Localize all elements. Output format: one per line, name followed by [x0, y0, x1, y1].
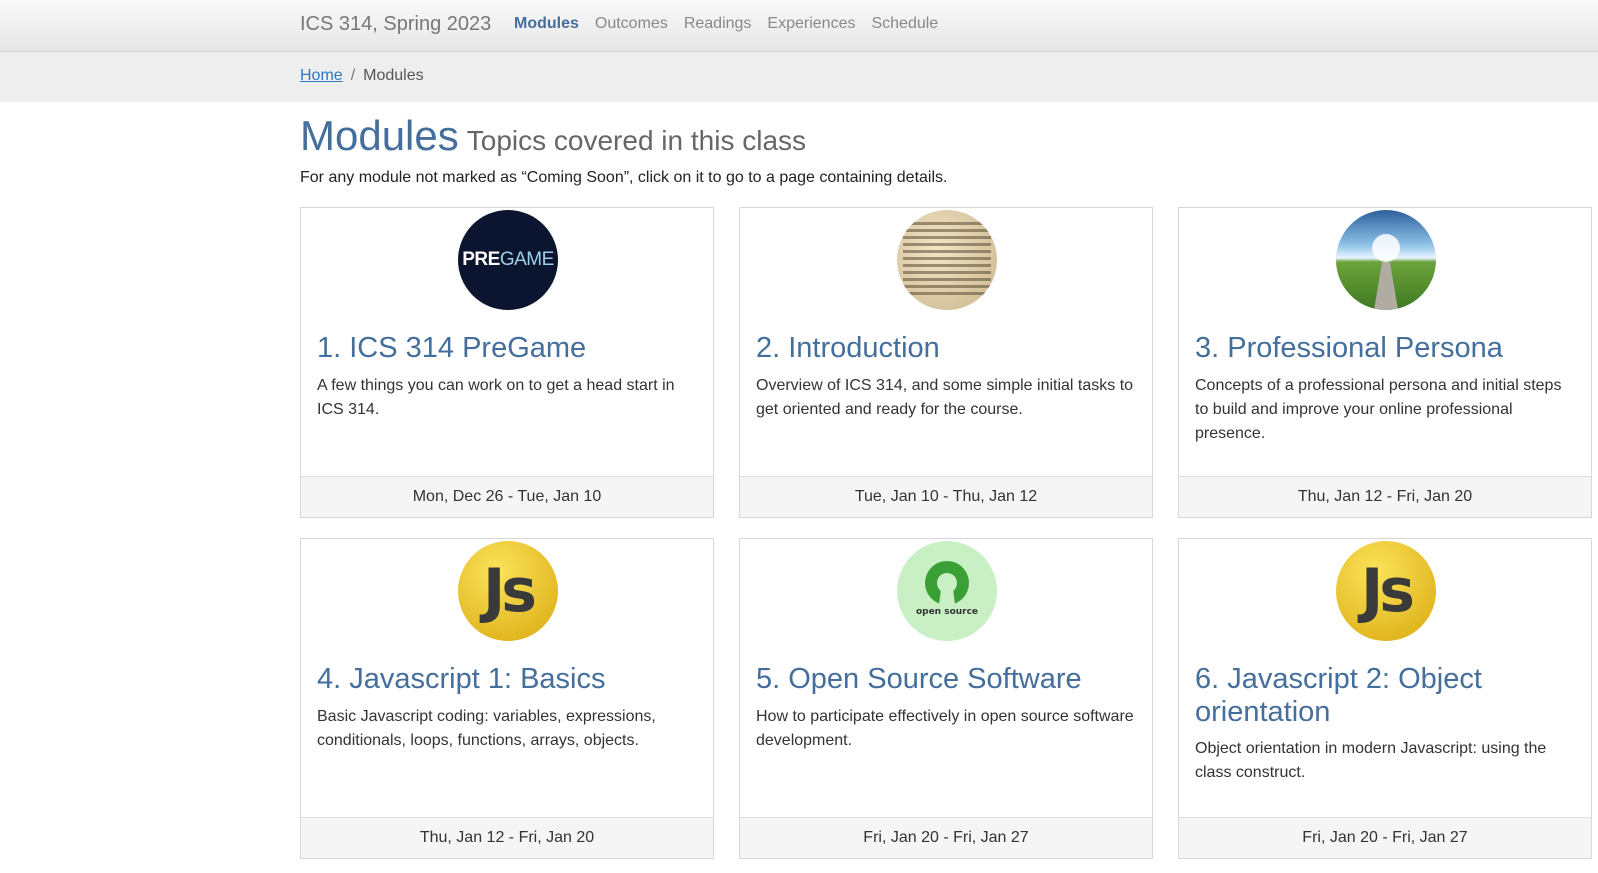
module-dates: Tue, Jan 10 - Thu, Jan 12 — [740, 476, 1152, 517]
module-description: Overview of ICS 314, and some simple ini… — [756, 377, 1134, 418]
nav-schedule[interactable]: Schedule — [871, 15, 938, 33]
road-landscape-icon — [1336, 210, 1436, 310]
module-description: How to participate effectively in open s… — [756, 708, 1134, 749]
breadcrumb-separator: / — [350, 67, 356, 84]
module-card-2[interactable]: 2. Introduction Overview of ICS 314, and… — [739, 207, 1153, 518]
module-card-3[interactable]: 3. Professional Persona Concepts of a pr… — [1178, 207, 1592, 518]
nav-modules[interactable]: Modules — [514, 15, 579, 33]
nav-readings[interactable]: Readings — [684, 15, 752, 33]
navbar: ICS 314, Spring 2023 Modules Outcomes Re… — [0, 0, 1598, 52]
module-title[interactable]: 6. Javascript 2: Object orientation — [1195, 663, 1579, 729]
pregame-logo-text-pre: PRE — [462, 249, 500, 270]
dictionary-page-icon — [897, 210, 997, 310]
module-dates: Mon, Dec 26 - Tue, Jan 10 — [301, 476, 713, 517]
module-description: A few things you can work on to get a he… — [317, 377, 675, 418]
module-title[interactable]: 5. Open Source Software — [756, 663, 1140, 696]
module-description: Basic Javascript coding: variables, expr… — [317, 708, 656, 749]
module-card-5[interactable]: open source 5. Open Source Software How … — [739, 538, 1153, 859]
module-card-1[interactable]: PREGAME 1. ICS 314 PreGame A few things … — [300, 207, 714, 518]
javascript-logo-text: Js — [1360, 556, 1415, 626]
breadcrumb: Home / Modules — [0, 52, 1598, 102]
pregame-logo-icon: PREGAME — [458, 210, 558, 310]
javascript-logo-icon: Js — [458, 541, 558, 641]
intro-text: For any module not marked as “Coming Soo… — [300, 169, 948, 186]
module-description: Concepts of a professional persona and i… — [1195, 377, 1562, 442]
module-card-6[interactable]: Js 6. Javascript 2: Object orientation O… — [1178, 538, 1592, 859]
breadcrumb-home-link[interactable]: Home — [300, 67, 343, 84]
module-title[interactable]: 2. Introduction — [756, 332, 1140, 365]
module-title[interactable]: 3. Professional Persona — [1195, 332, 1579, 365]
module-description: Object orientation in modern Javascript:… — [1195, 740, 1547, 781]
open-source-logo-icon: open source — [897, 541, 997, 641]
open-source-logo-text: open source — [916, 607, 978, 617]
brand-link[interactable]: ICS 314, Spring 2023 — [300, 13, 491, 36]
module-dates: Thu, Jan 12 - Fri, Jan 20 — [301, 817, 713, 858]
nav-experiences[interactable]: Experiences — [767, 15, 855, 33]
module-dates: Fri, Jan 20 - Fri, Jan 27 — [740, 817, 1152, 858]
page-title: Modules — [300, 112, 459, 159]
module-dates: Thu, Jan 12 - Fri, Jan 20 — [1179, 476, 1591, 517]
javascript-logo-text: Js — [482, 556, 537, 626]
page-title-block: Modules Topics covered in this class — [300, 112, 806, 160]
module-dates: Fri, Jan 20 - Fri, Jan 27 — [1179, 817, 1591, 858]
module-card-4[interactable]: Js 4. Javascript 1: Basics Basic Javascr… — [300, 538, 714, 859]
nav-outcomes[interactable]: Outcomes — [595, 15, 668, 33]
breadcrumb-current: Modules — [363, 67, 424, 84]
pregame-logo-text-game: GAME — [499, 249, 554, 270]
page-subtitle: Topics covered in this class — [466, 125, 807, 156]
nav-links: Modules Outcomes Readings Experiences Sc… — [514, 15, 954, 33]
module-title[interactable]: 4. Javascript 1: Basics — [317, 663, 701, 696]
module-title[interactable]: 1. ICS 314 PreGame — [317, 332, 701, 365]
javascript-logo-icon: Js — [1336, 541, 1436, 641]
